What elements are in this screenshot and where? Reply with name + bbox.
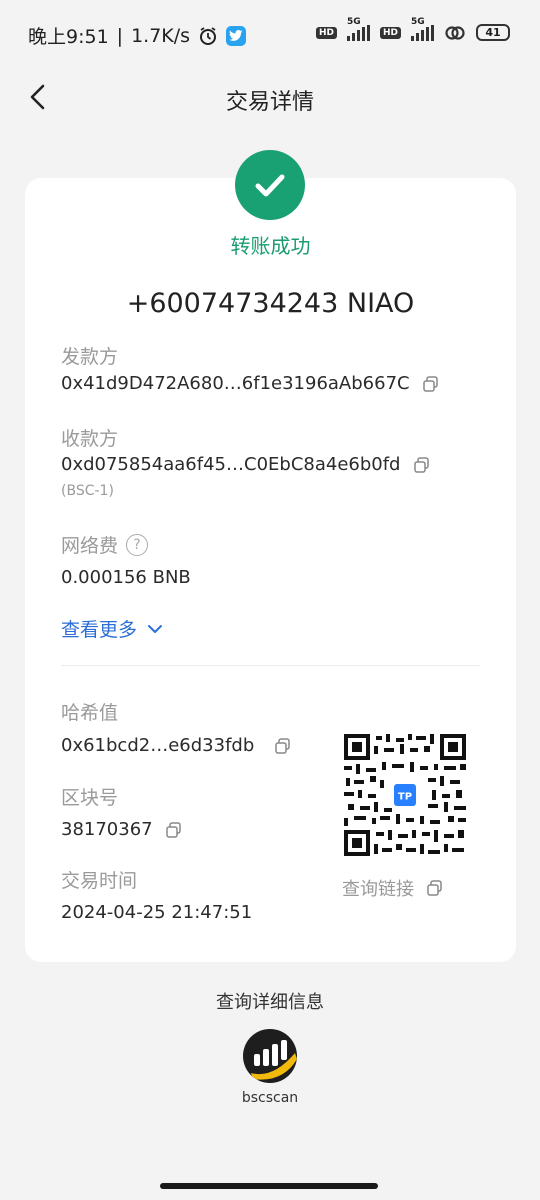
qr-code[interactable]: TP bbox=[344, 734, 466, 856]
query-link-label: 查询链接 bbox=[342, 879, 414, 900]
chevron-down-icon bbox=[148, 624, 163, 633]
qr-badge: TP bbox=[398, 792, 412, 803]
network-speed: 1.7K/s bbox=[131, 24, 191, 47]
bscscan-label[interactable]: bscscan bbox=[0, 1090, 540, 1106]
separator: | bbox=[116, 24, 124, 47]
copy-icon[interactable] bbox=[426, 879, 444, 897]
network-type: 5G bbox=[346, 16, 361, 27]
block-number: 38170367 bbox=[61, 819, 153, 840]
bscscan-logo[interactable] bbox=[243, 1029, 297, 1083]
status-bar-right: HD 5G HD 5G 41 bbox=[315, 17, 510, 41]
status-text: 转账成功 bbox=[230, 234, 311, 258]
transaction-card: 转账成功 +60074734243 NIAO 发款方 0x41d9D472A68… bbox=[25, 150, 516, 962]
divider bbox=[61, 665, 480, 666]
detail-info-title: 查询详细信息 bbox=[216, 992, 324, 1013]
transfer-amount: +60074734243 NIAO bbox=[126, 288, 415, 319]
sender-address-row: 0x41d9D472A680…6f1e3196aAb667C bbox=[61, 373, 440, 394]
fee-label-row: 网络费 ? bbox=[61, 531, 149, 558]
alarm-icon bbox=[200, 26, 217, 45]
network-type: 5G bbox=[411, 16, 425, 27]
clock: 晚上9:51 bbox=[28, 26, 109, 48]
status-bar: 晚上9:51 | 1.7K/s HD 5G HD 5G 41 bbox=[0, 0, 540, 70]
hash-label: 哈希值 bbox=[61, 702, 119, 724]
tx-time-label: 交易时间 bbox=[61, 870, 138, 892]
sender-address: 0x41d9D472A680…6f1e3196aAb667C bbox=[61, 373, 410, 394]
hd-badge: HD bbox=[315, 26, 337, 39]
signal-icon: 5G bbox=[411, 17, 434, 41]
receiver-address: 0xd075854aa6f45…C0EbC8a4e6b0fd bbox=[61, 454, 401, 475]
see-more-button[interactable]: 查看更多 bbox=[61, 615, 163, 642]
hash-value: 0x61bcd2…e6d33fdb bbox=[61, 735, 255, 756]
block-label: 区块号 bbox=[61, 787, 119, 809]
header: 交易详情 bbox=[0, 70, 540, 126]
success-check-icon bbox=[235, 150, 305, 220]
tx-time-value: 2024-04-25 21:47:51 bbox=[61, 902, 253, 923]
copy-icon[interactable] bbox=[422, 375, 440, 393]
receiver-address-row: 0xd075854aa6f45…C0EbC8a4e6b0fd bbox=[61, 454, 431, 475]
sender-label: 发款方 bbox=[61, 346, 119, 368]
query-link-button[interactable]: 查询链接 bbox=[342, 875, 444, 901]
twitter-icon bbox=[226, 25, 247, 46]
signal-icon: 5G bbox=[346, 17, 370, 41]
see-more-label: 查看更多 bbox=[61, 619, 138, 641]
help-icon[interactable]: ? bbox=[126, 533, 149, 556]
copy-icon[interactable] bbox=[413, 456, 431, 474]
link-icon bbox=[445, 25, 465, 40]
hash-row: 0x61bcd2…e6d33fdb bbox=[61, 735, 292, 756]
fee-label: 网络费 bbox=[61, 535, 119, 557]
fee-value: 0.000156 BNB bbox=[61, 567, 191, 588]
home-indicator[interactable] bbox=[160, 1183, 378, 1189]
copy-icon[interactable] bbox=[165, 821, 183, 839]
hd-badge: HD bbox=[379, 26, 401, 39]
receiver-network: (BSC-1) bbox=[61, 483, 114, 499]
battery-level: 41 bbox=[485, 26, 501, 39]
copy-icon[interactable] bbox=[274, 737, 292, 755]
block-row: 38170367 bbox=[61, 819, 183, 840]
status-bar-left: 晚上9:51 | 1.7K/s bbox=[28, 22, 247, 49]
battery-icon: 41 bbox=[476, 24, 510, 41]
bscscan-chart-icon bbox=[251, 1040, 297, 1080]
page-title: 交易详情 bbox=[225, 90, 314, 115]
receiver-label: 收款方 bbox=[61, 428, 119, 450]
